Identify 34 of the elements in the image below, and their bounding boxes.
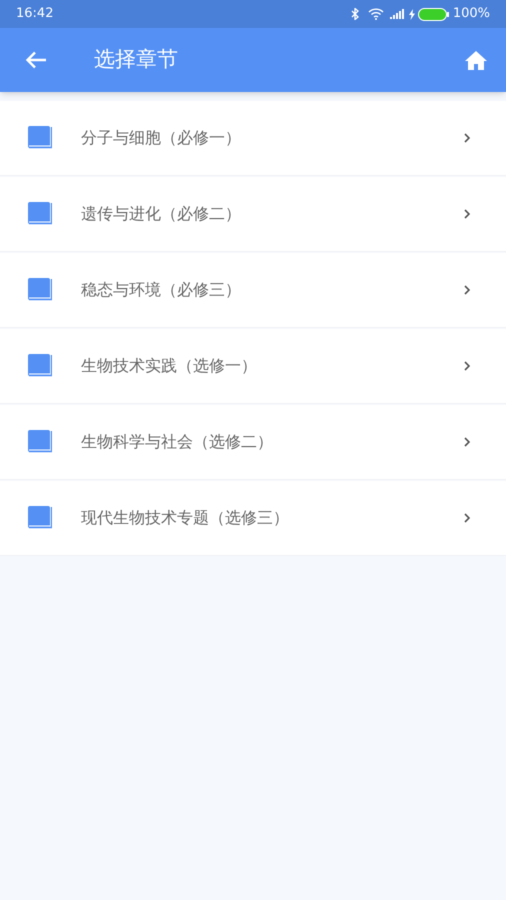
chevron-right-icon bbox=[464, 513, 470, 523]
chapter-label: 遗传与进化（必修二） bbox=[81, 203, 242, 225]
book-icon bbox=[28, 354, 52, 378]
chapter-item[interactable]: 分子与细胞（必修一） bbox=[0, 101, 506, 176]
wifi-icon bbox=[368, 8, 384, 20]
charging-icon bbox=[408, 8, 415, 20]
page-title: 选择章节 bbox=[94, 46, 178, 74]
book-icon bbox=[28, 430, 52, 454]
chevron-right-icon bbox=[464, 285, 470, 295]
back-arrow-icon bbox=[25, 51, 47, 69]
battery-percentage: 100% bbox=[452, 5, 490, 24]
chapter-item[interactable]: 现代生物技术专题（选修三） bbox=[0, 481, 506, 556]
chevron-right-icon bbox=[464, 133, 470, 143]
signal-icon bbox=[390, 9, 404, 19]
chapter-label: 稳态与环境（必修三） bbox=[81, 279, 242, 301]
bluetooth-icon bbox=[350, 8, 360, 20]
chevron-right-icon bbox=[464, 209, 470, 219]
chapter-item[interactable]: 遗传与进化（必修二） bbox=[0, 177, 506, 252]
book-icon bbox=[28, 202, 52, 226]
chapter-item[interactable]: 生物技术实践（选修一） bbox=[0, 329, 506, 404]
chapter-label: 生物科学与社会（选修二） bbox=[81, 431, 274, 453]
chapter-label: 现代生物技术专题（选修三） bbox=[81, 507, 290, 529]
chevron-right-icon bbox=[464, 437, 470, 447]
chapter-label: 分子与细胞（必修一） bbox=[81, 127, 242, 149]
home-icon bbox=[464, 50, 488, 70]
book-icon bbox=[28, 506, 52, 530]
chapter-item[interactable]: 生物科学与社会（选修二） bbox=[0, 405, 506, 480]
battery-icon bbox=[418, 8, 449, 20]
chevron-right-icon bbox=[464, 361, 470, 371]
book-icon bbox=[28, 126, 52, 150]
chapter-label: 生物技术实践（选修一） bbox=[81, 355, 258, 377]
status-time: 16:42 bbox=[16, 5, 54, 24]
book-icon bbox=[28, 278, 52, 302]
chapter-item[interactable]: 稳态与环境（必修三） bbox=[0, 253, 506, 328]
